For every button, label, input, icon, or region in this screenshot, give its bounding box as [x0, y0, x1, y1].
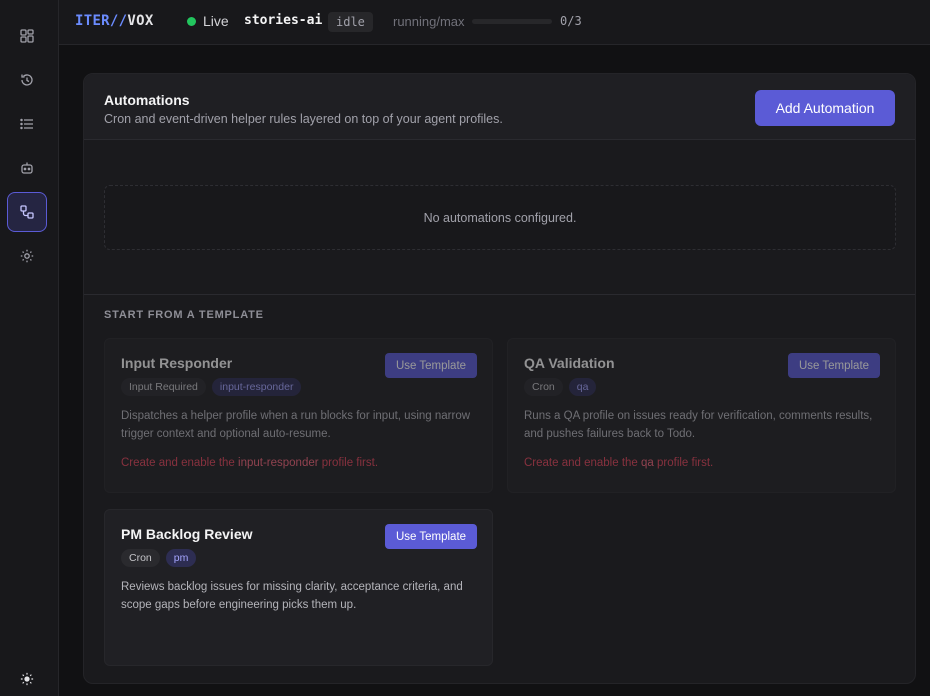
gear-icon — [20, 249, 34, 263]
theme-toggle[interactable] — [17, 669, 37, 689]
template-card-input-responder: Input Responder Use Template Input Requi… — [104, 338, 493, 493]
profile-tag: qa — [568, 378, 597, 396]
profile-tag: pm — [165, 549, 197, 567]
top-bar: ITER//VOX Live stories-ai idle running/m… — [59, 0, 930, 45]
nav-history[interactable] — [7, 60, 47, 100]
empty-state: No automations configured. — [104, 185, 896, 250]
trigger-tag: Cron — [524, 378, 563, 396]
running-count: 0/3 — [560, 14, 582, 28]
live-dot-icon — [187, 16, 196, 26]
template-warning: Create and enable the input-responder pr… — [121, 457, 379, 469]
trigger-tag: Cron — [121, 549, 160, 567]
use-template-button[interactable]: Use Template — [385, 353, 477, 378]
nav-settings[interactable] — [7, 236, 47, 276]
history-icon — [21, 74, 33, 86]
template-title: QA Validation — [524, 355, 615, 371]
template-title: PM Backlog Review — [121, 526, 253, 542]
nav-issues[interactable] — [7, 104, 47, 144]
template-tags: Cron qa — [524, 378, 597, 396]
nav-dashboard[interactable] — [7, 16, 47, 56]
live-label: Live — [203, 13, 229, 29]
dashboard-icon — [20, 29, 34, 43]
sun-icon — [20, 672, 34, 686]
template-tags: Input Required input-responder — [121, 378, 302, 396]
running-label: running/max — [393, 14, 465, 29]
live-status: Live — [187, 13, 229, 29]
add-automation-button[interactable]: Add Automation — [755, 90, 895, 126]
project-name: stories-ai — [244, 13, 323, 28]
status-badge: idle — [328, 12, 373, 32]
template-warning: Create and enable the qa profile first. — [524, 457, 714, 469]
sidebar — [0, 0, 59, 696]
page-subtitle: Cron and event-driven helper rules layer… — [104, 112, 503, 126]
automation-icon — [20, 205, 34, 219]
running-progress-bar — [472, 19, 552, 24]
template-title: Input Responder — [121, 355, 233, 371]
template-card-qa-validation: QA Validation Use Template Cron qa Runs … — [507, 338, 896, 493]
automations-panel: Automations Cron and event-driven helper… — [83, 73, 916, 684]
template-card-pm-backlog-review: PM Backlog Review Use Template Cron pm R… — [104, 509, 493, 666]
nav-agents[interactable] — [7, 148, 47, 188]
nav-automations[interactable] — [7, 192, 47, 232]
panel-header: Automations Cron and event-driven helper… — [84, 74, 915, 140]
template-description: Dispatches a helper profile when a run b… — [121, 410, 471, 440]
profile-tag: input-responder — [211, 378, 302, 396]
template-tags: Cron pm — [121, 549, 197, 567]
list-icon — [20, 118, 33, 130]
divider — [84, 294, 915, 295]
template-description: Runs a QA profile on issues ready for ve… — [524, 410, 873, 440]
page-title: Automations — [104, 92, 190, 108]
trigger-tag: Input Required — [121, 378, 206, 396]
template-description: Reviews backlog issues for missing clari… — [121, 581, 463, 611]
templates-section-label: START FROM A TEMPLATE — [104, 309, 264, 321]
use-template-button[interactable]: Use Template — [788, 353, 880, 378]
use-template-button[interactable]: Use Template — [385, 524, 477, 549]
brand-logo[interactable]: ITER//VOX — [75, 13, 154, 29]
bot-icon — [21, 162, 33, 174]
